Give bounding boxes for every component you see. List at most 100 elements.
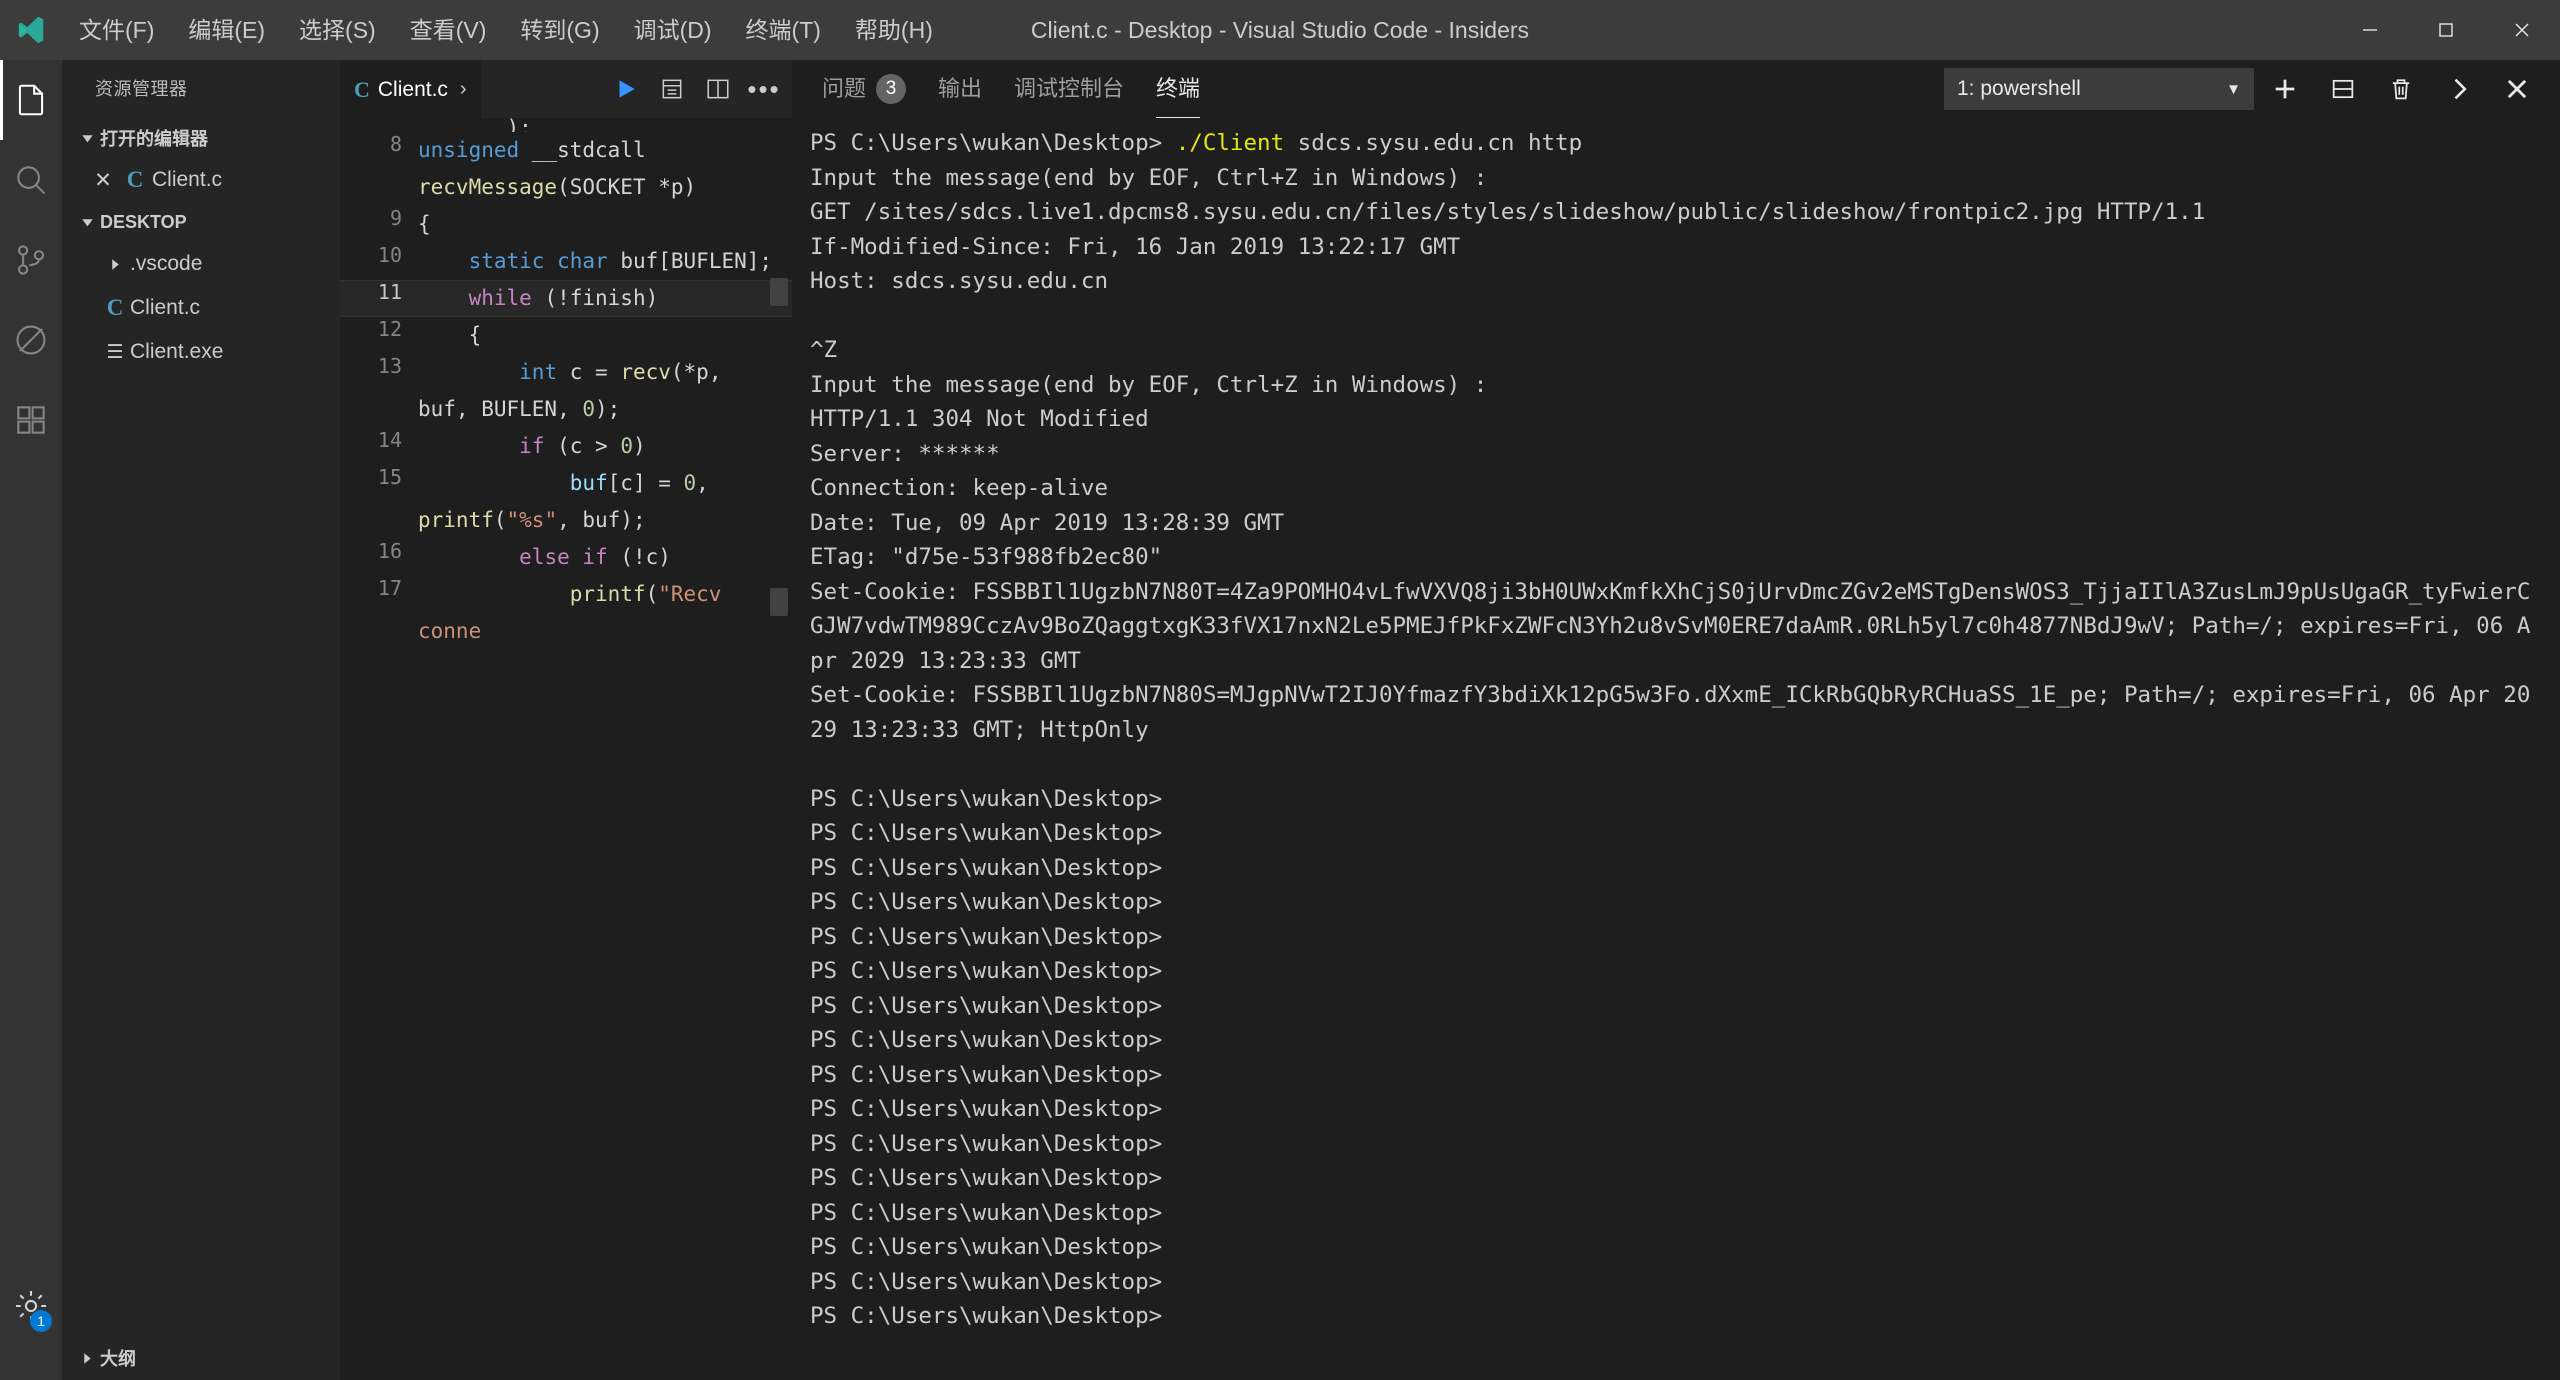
tab-terminal[interactable]: 终端 [1140, 60, 1216, 118]
new-terminal-button[interactable] [2258, 62, 2312, 116]
split-terminal-button[interactable] [2316, 62, 2370, 116]
terminal-line: Server: ****** [810, 437, 2542, 472]
minimize-button[interactable] [2332, 0, 2408, 60]
activity-extensions[interactable] [0, 380, 62, 460]
activity-explorer[interactable] [0, 60, 62, 140]
close-icon[interactable]: ✕ [88, 168, 118, 193]
terminal-line: PS C:\Users\wukan\Desktop> [810, 1092, 2542, 1127]
split-editor-icon [705, 76, 731, 102]
terminal-line: PS C:\Users\wukan\Desktop> [810, 816, 2542, 851]
open-editors-header[interactable]: 打开的编辑器 [62, 118, 340, 158]
outline-label: 大纲 [100, 1345, 136, 1371]
menu-edit[interactable]: 编辑(E) [171, 0, 282, 60]
trash-icon [2387, 75, 2415, 103]
editor-tab-actions: ••• [598, 60, 792, 118]
terminal-line: GET /sites/sdcs.live1.dpcms8.sysu.edu.cn… [810, 195, 2542, 230]
code-line: 14 if (c > 0) [340, 428, 792, 465]
code-text: ); [418, 118, 792, 132]
close-button[interactable] [2484, 0, 2560, 60]
terminal-line: PS C:\Users\wukan\Desktop> [810, 851, 2542, 886]
code-line: 13 int c = recv(*p, buf, BUFLEN, 0); [340, 354, 792, 428]
title-bar: 文件(F) 编辑(E) 选择(S) 查看(V) 转到(G) 调试(D) 终端(T… [0, 0, 2560, 60]
workspace-folder-label: DESKTOP [100, 212, 187, 233]
tab-label: 调试控制台 [1014, 60, 1124, 118]
kill-terminal-button[interactable] [2374, 62, 2428, 116]
tab-debug-console[interactable]: 调试控制台 [998, 60, 1140, 118]
chevron-right-icon [100, 258, 130, 271]
code-text: if (c > 0) [418, 428, 792, 465]
terminal-line: PS C:\Users\wukan\Desktop> [810, 1299, 2542, 1334]
split-editor-button[interactable] [696, 60, 740, 118]
terminal-line: PS C:\Users\wukan\Desktop> [810, 1265, 2542, 1300]
terminal-line: Input the message(end by EOF, Ctrl+Z in … [810, 368, 2542, 403]
explorer-sidebar: 资源管理器 打开的编辑器 ✕ C Client.c DESKTOP .vscod… [62, 60, 340, 1380]
tab-output[interactable]: 输出 [922, 60, 998, 118]
preview-icon [659, 76, 685, 102]
code-line: 12 { [340, 317, 792, 354]
chevron-down-icon [74, 132, 100, 145]
terminal-line: PS C:\Users\wukan\Desktop> [810, 954, 2542, 989]
code-line-active: 11 while (!finish) [340, 280, 792, 317]
menu-view[interactable]: 查看(V) [393, 0, 504, 60]
code-text: unsigned __stdcall recvMessage(SOCKET *p… [418, 132, 792, 206]
terminal-line: PS C:\Users\wukan\Desktop> [810, 1161, 2542, 1196]
menu-file[interactable]: 文件(F) [62, 0, 171, 60]
menu-goto[interactable]: 转到(G) [503, 0, 616, 60]
close-panel-button[interactable] [2490, 62, 2544, 116]
file-tree-label: Client.exe [130, 340, 223, 364]
c-file-icon: C [354, 77, 370, 103]
maximize-button[interactable] [2408, 0, 2484, 60]
terminal-line: PS C:\Users\wukan\Desktop> [810, 1023, 2542, 1058]
file-tree-label: Client.c [130, 296, 200, 320]
file-tree-item-client-c[interactable]: C Client.c [62, 286, 340, 330]
activity-source-control[interactable] [0, 220, 62, 300]
terminal-line: Set-Cookie: FSSBBIl1UgzbN7N80T=4Za9POMHO… [810, 575, 2542, 679]
tab-problems[interactable]: 问题 3 [806, 60, 922, 118]
split-icon [2329, 75, 2357, 103]
terminal-selector-value: 1: powershell [1957, 77, 2081, 101]
file-tree-item-vscode[interactable]: .vscode [62, 242, 340, 286]
open-preview-button[interactable] [650, 60, 694, 118]
maximize-panel-button[interactable] [2432, 62, 2486, 116]
editor-group: C Client.c › ••• [340, 60, 792, 1380]
terminal-line: PS C:\Users\wukan\Desktop> ./Client sdcs… [810, 126, 2542, 161]
manage-settings-button[interactable]: 1 [0, 1266, 62, 1346]
activity-debug[interactable] [0, 300, 62, 380]
run-code-button[interactable] [604, 60, 648, 118]
outline-section-header[interactable]: 大纲 [62, 1336, 340, 1380]
terminal-selector-dropdown[interactable]: 1: powershell ▼ [1944, 68, 2254, 110]
code-line: 16 else if (!c) [340, 539, 792, 576]
c-file-icon: C [100, 295, 130, 321]
menu-selection[interactable]: 选择(S) [282, 0, 393, 60]
code-text: static char buf[BUFLEN]; [418, 243, 792, 280]
workspace-folder-header[interactable]: DESKTOP [62, 202, 340, 242]
files-icon [12, 81, 50, 119]
line-number: 17 [340, 576, 418, 650]
terminal-output[interactable]: PS C:\Users\wukan\Desktop> ./Client sdcs… [792, 118, 2560, 1380]
terminal-line: PS C:\Users\wukan\Desktop> [810, 1127, 2542, 1162]
menu-debug[interactable]: 调试(D) [617, 0, 729, 60]
editor-scrollbar-thumb-2[interactable] [770, 588, 788, 616]
line-number [340, 118, 418, 132]
code-text: while (!finish) [418, 280, 792, 317]
menu-terminal[interactable]: 终端(T) [729, 0, 838, 60]
menu-help[interactable]: 帮助(H) [838, 0, 950, 60]
more-actions-button[interactable]: ••• [742, 60, 786, 118]
editor-scrollbar-thumb[interactable] [770, 278, 788, 306]
line-number: 13 [340, 354, 418, 428]
code-editor[interactable]: ); 8 unsigned __stdcall recvMessage(SOCK… [340, 118, 792, 1380]
editor-tab-client-c[interactable]: C Client.c › [340, 60, 481, 118]
terminal-line: PS C:\Users\wukan\Desktop> [810, 1230, 2542, 1265]
workbench: 1 资源管理器 打开的编辑器 ✕ C Client.c DESKTOP .vsc… [0, 60, 2560, 1380]
file-tree-item-client-exe[interactable]: ☰ Client.exe [62, 330, 340, 374]
terminal-line: Input the message(end by EOF, Ctrl+Z in … [810, 161, 2542, 196]
activity-search[interactable] [0, 140, 62, 220]
chevron-right-icon [2445, 75, 2473, 103]
panel-header: 问题 3 输出 调试控制台 终端 1: powershell ▼ [792, 60, 2560, 118]
line-number: 16 [340, 539, 418, 576]
line-number: 14 [340, 428, 418, 465]
terminal-line: PS C:\Users\wukan\Desktop> [810, 885, 2542, 920]
terminal-line: Host: sdcs.sysu.edu.cn [810, 264, 2542, 299]
open-editor-item-client-c[interactable]: ✕ C Client.c [62, 158, 340, 202]
problems-badge: 3 [876, 74, 906, 104]
